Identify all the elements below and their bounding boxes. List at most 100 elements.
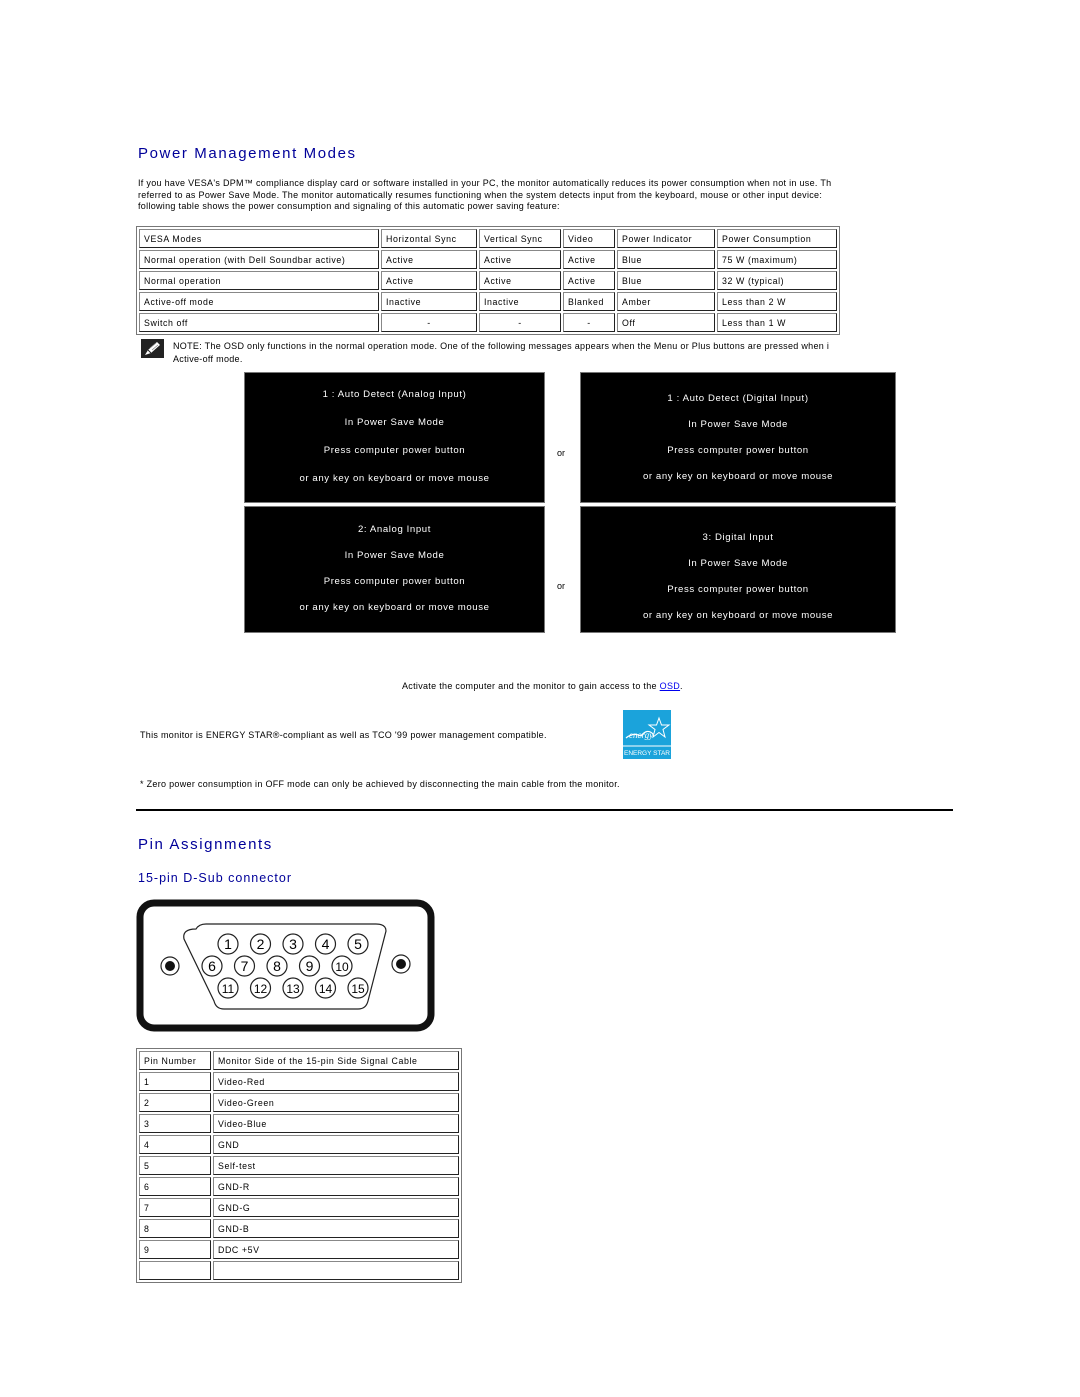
table-cell: GND-G bbox=[213, 1198, 459, 1217]
dsub-connector-diagram: 1 2 3 4 5 6 7 8 9 10 11 12 13 14 15 bbox=[136, 899, 435, 1032]
table-cell: 6 bbox=[139, 1177, 211, 1196]
table-cell bbox=[139, 1261, 211, 1280]
table-cell bbox=[213, 1261, 459, 1280]
table-cell: Blue bbox=[617, 250, 715, 269]
osd-line: 2: Analog Input bbox=[357, 524, 431, 535]
header-cell: Vertical Sync bbox=[479, 229, 561, 248]
pin-label: 15 bbox=[351, 982, 365, 996]
osd-line: In Power Save Mode bbox=[688, 558, 788, 569]
table-cell: Off bbox=[617, 313, 715, 332]
table-cell: Active bbox=[381, 250, 477, 269]
osd-note: NOTE: The OSD only functions in the norm… bbox=[173, 340, 955, 366]
activate-text: Activate the computer and the monitor to… bbox=[402, 681, 660, 691]
table-cell: 2 bbox=[139, 1093, 211, 1112]
pin-label: 14 bbox=[319, 982, 333, 996]
power-intro-paragraph: If you have VESA's DPM™ compliance displ… bbox=[138, 178, 953, 213]
osd-line: 1 : Auto Detect (Analog Input) bbox=[322, 389, 467, 400]
header-cell: Video bbox=[563, 229, 615, 248]
table-row: Switch off - - - Off Less than 1 W bbox=[139, 313, 837, 332]
header-cell: Horizontal Sync bbox=[381, 229, 477, 248]
pin-label: 5 bbox=[354, 936, 362, 952]
table-row: 8 GND-B bbox=[139, 1219, 459, 1238]
intro-line: referred to as Power Save Mode. The moni… bbox=[138, 189, 823, 200]
osd-line: In Power Save Mode bbox=[344, 417, 445, 428]
osd-line: or any key on keyboard or move mouse bbox=[642, 471, 834, 482]
pin-label: 8 bbox=[273, 958, 281, 974]
section-divider bbox=[136, 809, 953, 811]
table-row: 7 GND-G bbox=[139, 1198, 459, 1217]
mounting-hole-left-center bbox=[165, 961, 175, 971]
activate-osd-text: Activate the computer and the monitor to… bbox=[402, 681, 683, 693]
table-cell: Self-test bbox=[213, 1156, 459, 1175]
table-cell: 75 W (maximum) bbox=[717, 250, 837, 269]
energy-star-icon: energy ENERGY STAR bbox=[623, 716, 671, 757]
table-cell: - bbox=[479, 313, 561, 332]
table-cell: Blanked bbox=[563, 292, 615, 311]
table-cell: 9 bbox=[139, 1240, 211, 1259]
osd-message-analog-input: 2: Analog Input In Power Save Mode Press… bbox=[244, 506, 545, 633]
or-label: or bbox=[557, 581, 566, 591]
table-row: 1 Video-Red bbox=[139, 1072, 459, 1091]
table-cell: Active bbox=[563, 250, 615, 269]
header-cell: VESA Modes bbox=[139, 229, 379, 248]
pin-label: 2 bbox=[257, 936, 265, 952]
power-management-heading: Power Management Modes bbox=[138, 145, 357, 162]
footnote: * Zero power consumption in OFF mode can… bbox=[140, 779, 620, 789]
intro-line: following table shows the power consumpt… bbox=[138, 201, 560, 211]
osd-line: Press computer power button bbox=[667, 445, 809, 456]
connector-subheading: 15-pin D-Sub connector bbox=[138, 871, 293, 885]
table-row: 2 Video-Green bbox=[139, 1093, 459, 1112]
table-cell: Less than 1 W bbox=[717, 313, 837, 332]
table-cell: Active bbox=[563, 271, 615, 290]
table-cell: GND bbox=[213, 1135, 459, 1154]
osd-line: 1 : Auto Detect (Digital Input) bbox=[667, 393, 809, 404]
table-cell: Video-Green bbox=[213, 1093, 459, 1112]
osd-line: or any key on keyboard or move mouse bbox=[642, 610, 834, 621]
note-pencil-icon bbox=[141, 339, 164, 358]
osd-line: or any key on keyboard or move mouse bbox=[299, 602, 490, 613]
osd-message-analog-autodetect: 1 : Auto Detect (Analog Input) In Power … bbox=[244, 372, 545, 503]
table-cell: Active-off mode bbox=[139, 292, 379, 311]
osd-line: 3: Digital Input bbox=[702, 532, 774, 543]
osd-line: In Power Save Mode bbox=[688, 419, 788, 430]
osd-message-digital-autodetect: 1 : Auto Detect (Digital Input) In Power… bbox=[580, 372, 896, 503]
header-cell: Power Indicator bbox=[617, 229, 715, 248]
table-cell: 32 W (typical) bbox=[717, 271, 837, 290]
note-line: NOTE: The OSD only functions in the norm… bbox=[173, 341, 830, 351]
table-row: 6 GND-R bbox=[139, 1177, 459, 1196]
power-modes-table: VESA Modes Horizontal Sync Vertical Sync Vi… bbox=[136, 226, 840, 335]
table-cell: Switch off bbox=[139, 313, 379, 332]
table-cell: 3 bbox=[139, 1114, 211, 1133]
table-cell: GND-B bbox=[213, 1219, 459, 1238]
mounting-hole-right-center bbox=[396, 959, 406, 969]
table-header-row: VESA Modes Horizontal Sync Vertical Sync Vi… bbox=[139, 229, 837, 248]
table-row: 4 GND bbox=[139, 1135, 459, 1154]
table-row: 5 Self-test bbox=[139, 1156, 459, 1175]
pin-label: 3 bbox=[289, 936, 297, 952]
table-cell: Blue bbox=[617, 271, 715, 290]
or-label: or bbox=[557, 448, 566, 458]
table-cell: - bbox=[381, 313, 477, 332]
pin-label: 7 bbox=[241, 958, 249, 974]
table-cell: Video-Blue bbox=[213, 1114, 459, 1133]
table-header-row: Pin Number Monitor Side of the 15-pin Sid… bbox=[139, 1051, 459, 1070]
table-cell: GND-R bbox=[213, 1177, 459, 1196]
table-row: Normal operation (with Dell Soundbar act… bbox=[139, 250, 837, 269]
header-cell: Pin Number bbox=[139, 1051, 211, 1070]
osd-line: Press computer power button bbox=[323, 576, 466, 587]
activate-suffix: . bbox=[680, 681, 683, 691]
table-cell: Active bbox=[479, 250, 561, 269]
table-cell: Inactive bbox=[479, 292, 561, 311]
table-cell: 4 bbox=[139, 1135, 211, 1154]
table-cell: Inactive bbox=[381, 292, 477, 311]
intro-line: If you have VESA's DPM™ compliance displ… bbox=[138, 178, 832, 188]
energy-star-label: ENERGY STAR bbox=[624, 750, 670, 757]
table-cell: 7 bbox=[139, 1198, 211, 1217]
osd-link[interactable]: OSD bbox=[660, 681, 680, 691]
header-cell: Monitor Side of the 15-pin Side Signal C… bbox=[213, 1051, 459, 1070]
pin-label: 1 bbox=[224, 936, 232, 952]
table-cell: Amber bbox=[617, 292, 715, 311]
table-cell: Active bbox=[381, 271, 477, 290]
table-cell: Normal operation (with Dell Soundbar act… bbox=[139, 250, 379, 269]
pin-label: 9 bbox=[306, 958, 314, 974]
